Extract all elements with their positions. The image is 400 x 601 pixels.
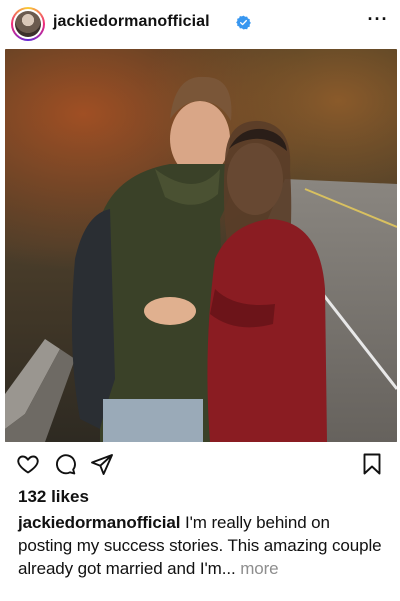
- avatar-image: [15, 11, 41, 37]
- instagram-post: jackiedormanofficial ··· 132 likes jacki…: [0, 0, 400, 601]
- more-options-icon[interactable]: ···: [366, 10, 390, 32]
- heart-icon[interactable]: [16, 452, 40, 476]
- action-bar: [0, 448, 400, 482]
- share-icon[interactable]: [90, 452, 114, 476]
- post-header: jackiedormanofficial ···: [0, 0, 400, 48]
- profile-avatar[interactable]: [11, 7, 45, 41]
- post-caption: jackiedormanofficial I'm really behind o…: [18, 511, 388, 580]
- bookmark-icon[interactable]: [360, 452, 384, 476]
- username[interactable]: jackiedormanofficial: [53, 13, 210, 31]
- likes-count[interactable]: 132 likes: [18, 487, 89, 507]
- comment-icon[interactable]: [53, 452, 77, 476]
- post-photo[interactable]: [5, 49, 397, 442]
- more-link[interactable]: more: [240, 559, 278, 578]
- avatar-border: [13, 9, 43, 39]
- caption-username[interactable]: jackiedormanofficial: [18, 513, 180, 532]
- verified-badge-icon: [236, 15, 251, 30]
